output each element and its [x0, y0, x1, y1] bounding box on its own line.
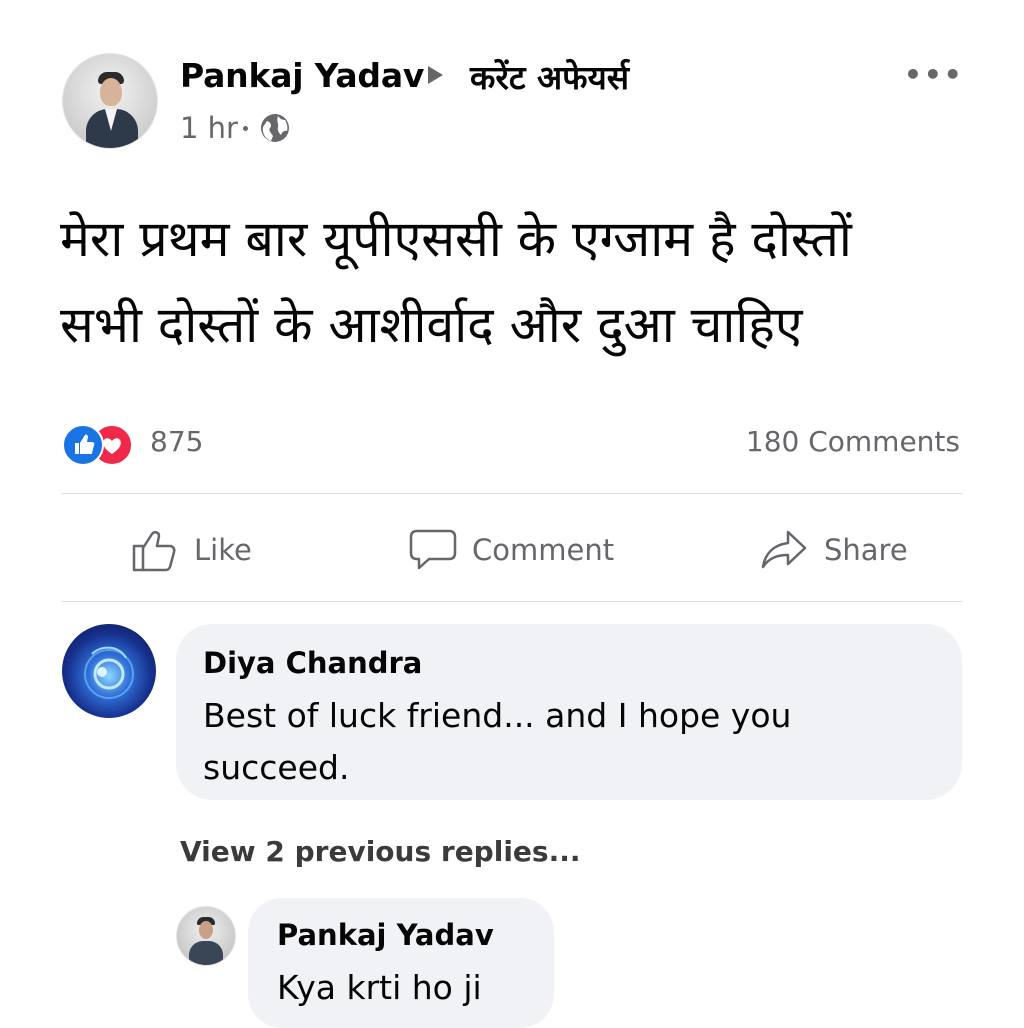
arrow-right-icon: [428, 66, 443, 84]
divider: [62, 601, 962, 602]
like-label: Like: [194, 533, 252, 567]
post-text: मेरा प्रथम बार यूपीएससी के एग्जाम है दोस…: [60, 196, 980, 368]
divider: [62, 493, 962, 494]
share-button[interactable]: Share: [760, 522, 908, 578]
like-reaction-icon[interactable]: [62, 424, 104, 466]
comments-count[interactable]: 180 Comments: [746, 425, 960, 458]
share-label: Share: [824, 533, 908, 567]
globe-icon: [261, 114, 289, 142]
comment-icon: [409, 529, 457, 570]
post-text-line: मेरा प्रथम बार यूपीएससी के एग्जाम है दोस…: [60, 210, 852, 268]
comment-text: Best of luck friend... and I hope you su…: [203, 696, 792, 787]
comment-label: Comment: [472, 533, 615, 567]
reply-text: Kya krti ho ji: [277, 968, 482, 1007]
thumbs-up-icon: [132, 531, 176, 572]
comment-button[interactable]: Comment: [408, 522, 614, 578]
reaction-count[interactable]: 875: [150, 425, 203, 458]
post-author-name[interactable]: Pankaj Yadav: [180, 56, 424, 95]
group-name[interactable]: करेंट अफेयर्स: [470, 54, 629, 99]
comment-bubble: Diya Chandra Best of luck friend... and …: [176, 624, 962, 800]
more-options-icon[interactable]: •••: [904, 58, 964, 91]
commenter-avatar[interactable]: [62, 624, 156, 718]
separator-dot: [243, 126, 248, 131]
reply-bubble: Pankaj Yadav Kya krti ho ji: [248, 898, 554, 1028]
share-icon: [761, 530, 807, 569]
view-previous-replies-link[interactable]: View 2 previous replies...: [180, 835, 581, 868]
reply-author-name[interactable]: Pankaj Yadav: [277, 918, 494, 952]
commenter-name[interactable]: Diya Chandra: [203, 646, 422, 680]
post-text-line: सभी दोस्तों के आशीर्वाद और दुआ चाहिए: [60, 296, 803, 354]
post-time[interactable]: 1 hr: [180, 111, 238, 145]
reply-author-avatar[interactable]: [176, 906, 236, 966]
like-button[interactable]: Like: [130, 522, 252, 578]
author-avatar[interactable]: [62, 53, 158, 149]
